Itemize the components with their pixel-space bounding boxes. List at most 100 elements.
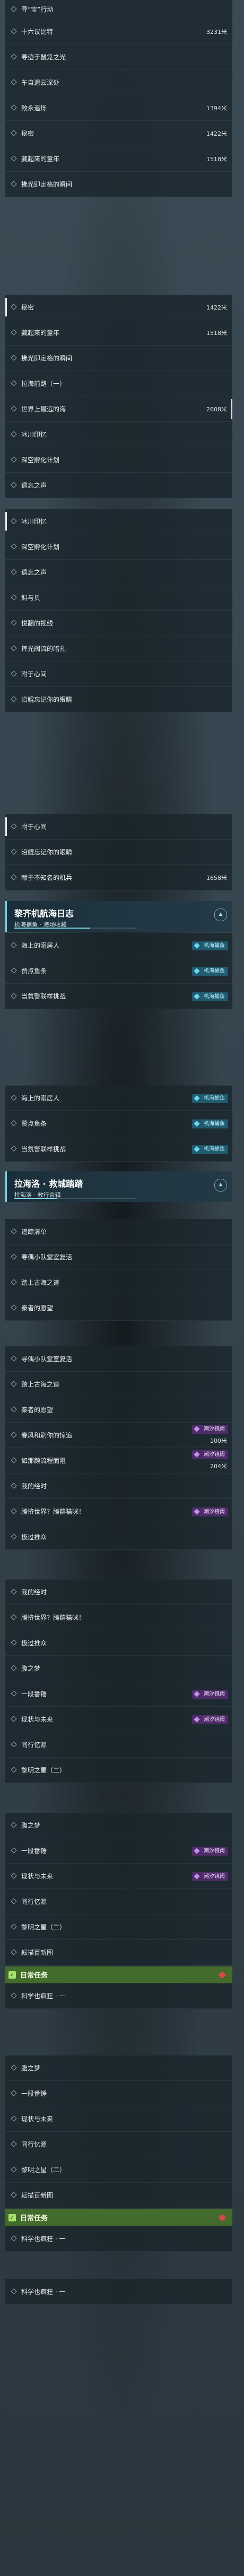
quest-label: 踏上古海之道 [21, 1279, 60, 1286]
quest-row[interactable]: 如那颜流程面阻 潮汐镜阈 204米 [5, 1448, 232, 1474]
quest-row[interactable]: 鲟与贝 [5, 585, 232, 611]
quest-row[interactable]: 我的经时 [5, 1474, 232, 1499]
quest-row[interactable]: 当氛警联样挑战 机海捕鱼 [5, 984, 232, 1009]
quest-row[interactable]: 秦者的愿望 [5, 1295, 232, 1321]
quest-row[interactable]: 藏起来的童年 1518米 [5, 146, 232, 172]
quest-row[interactable]: 寻迹于鼠笼之光 [5, 45, 232, 70]
quest-row[interactable]: 赞点鱼条 机海捕鱼 [5, 1111, 232, 1136]
quest-tag: 潮汐镜阈 [192, 1450, 228, 1459]
diamond-outline-icon [11, 993, 17, 999]
diamond-gem-icon [194, 942, 200, 949]
diamond-outline-icon [11, 569, 17, 575]
quest-row[interactable]: 追踪清单 [5, 1219, 232, 1245]
quest-row[interactable]: 耘描百新图 [5, 1940, 232, 1965]
chevron-up-icon[interactable]: ▲ [214, 908, 227, 921]
quest-row[interactable]: 遗忘之声 [5, 560, 232, 585]
quest-tag: 机海捕鱼 [192, 1094, 228, 1103]
quest-row[interactable]: 遗忘之声 [5, 473, 232, 498]
quest-tag-label: 潮汐镜阈 [204, 1426, 225, 1432]
quest-row[interactable]: 海上的溺居人 机海捕鱼 [5, 933, 232, 958]
quest-row[interactable]: 腾挤世界？腾群猫咪！ 潮汐镜阈 [5, 1499, 232, 1524]
quest-row[interactable]: 现状与未来 [5, 2106, 232, 2132]
daily-task-header[interactable]: ✓ 日常任务 [5, 2209, 232, 2226]
quest-row[interactable]: 黎明之星（二） [5, 1915, 232, 1940]
quest-row[interactable]: 秘密 1422米 [5, 295, 232, 320]
quest-row[interactable]: 科学也疯狂 · 一 [5, 1983, 232, 2009]
quest-row[interactable]: 深空孵化计划 [5, 534, 232, 560]
quest-row[interactable]: 致永遥烁 1394米 [5, 95, 232, 121]
quest-category-header[interactable]: 拉海洛 · 救城踏踏 拉海洛 · 救行合辑 ▲ [5, 1171, 232, 1202]
chevron-up-icon[interactable]: ▲ [214, 1179, 227, 1192]
quest-category-header[interactable]: 黎齐机航海日志 机海捕鱼 · 海场收藏 ▲ [5, 901, 232, 932]
quest-row[interactable]: 沿鲲忘记你的眼睛 [5, 687, 232, 712]
quest-row[interactable]: 秦者的愿望 [5, 1397, 232, 1423]
quest-row[interactable]: 腾挤世界？腾群猫咪！ [5, 1605, 232, 1630]
category-title: 拉海洛 · 救城踏踏 [14, 1179, 83, 1189]
quest-label: 春风和刷你的惊追 [21, 1432, 73, 1439]
quest-label: 拂光即定格的瞬间 [21, 181, 73, 188]
quest-tag: 潮汐镜阈 [192, 1425, 228, 1434]
daily-task-header[interactable]: ✓ 日常任务 [5, 1966, 232, 1983]
quest-row[interactable]: 附于心间 [5, 661, 232, 687]
diamond-outline-icon [11, 1279, 17, 1285]
quest-row[interactable]: 耘描百新图 [5, 2183, 232, 2208]
quest-tag: 机海捕鱼 [192, 1119, 228, 1128]
quest-row[interactable]: 科学也疯狂 · 一 [5, 2226, 232, 2252]
quest-row[interactable]: 极过推众 [5, 1524, 232, 1550]
quest-row[interactable]: 拉海前路（一） [5, 371, 232, 396]
quest-label: 腹之梦 [21, 2065, 41, 2072]
quest-row[interactable]: 同行忆源 [5, 1732, 232, 1758]
quest-row[interactable]: 一段番锤 [5, 2081, 232, 2106]
quest-row[interactable]: 秘密 1422米 [5, 121, 232, 146]
diamond-outline-icon [11, 1614, 17, 1620]
quest-tag: 潮汐镜阈 [192, 1847, 228, 1856]
quest-row[interactable]: 科学也疯狂 · 一 [5, 2279, 232, 2305]
quest-row[interactable]: 十六议比特 3231米 [5, 19, 232, 45]
quest-row[interactable]: 踏上古海之道 [5, 1270, 232, 1295]
quest-row[interactable]: 冰川印忆 [5, 422, 232, 447]
quest-row[interactable]: 海上的溺居人 机海捕鱼 [5, 1086, 232, 1111]
diamond-outline-icon [11, 696, 17, 702]
quest-tag-label: 机海捕鱼 [204, 1096, 225, 1101]
quest-row[interactable]: 春风和刷你的惊追 潮汐镜阈 100米 [5, 1423, 232, 1448]
quest-row[interactable]: 寻“宝”行动 [5, 0, 232, 19]
quest-row[interactable]: 黎明之星（二） [5, 1758, 232, 1783]
quest-row[interactable]: 悦翻的视线 [5, 611, 232, 636]
quest-row[interactable]: 踏上古海之道 [5, 1372, 232, 1397]
diamond-outline-icon [11, 543, 17, 550]
quest-row[interactable]: 寻偶小队堂室复活 [5, 1346, 232, 1372]
quest-row[interactable]: 赞点鱼条 机海捕鱼 [5, 958, 232, 984]
quest-row[interactable]: 藏起来的童年 1518米 [5, 320, 232, 346]
quest-label: 腹之梦 [21, 1665, 41, 1672]
quest-row[interactable]: 拂光即定格的瞬间 [5, 172, 232, 197]
quest-row[interactable]: 极过推众 [5, 1630, 232, 1656]
quest-row[interactable]: 当氛警联样挑战 机海捕鱼 [5, 1136, 232, 1162]
quest-row[interactable]: 沿鲲忘记你的眼睛 [5, 840, 232, 865]
quest-row[interactable]: 寻偶小队堂室复活 [5, 1245, 232, 1270]
diamond-outline-icon [11, 104, 17, 111]
quest-row[interactable]: 同行忆源 [5, 2132, 232, 2157]
quest-row[interactable]: 附于心间 [5, 814, 232, 840]
quest-row[interactable]: 车自遗云深处 [5, 70, 232, 95]
quest-row[interactable]: 拂光即定格的瞬间 [5, 346, 232, 371]
quest-row[interactable]: 献于不知名的机兵 1658米 [5, 865, 232, 890]
quest-row[interactable]: 深空孵化计划 [5, 447, 232, 473]
quest-row[interactable]: 冰川印忆 [5, 509, 232, 534]
quest-row[interactable]: 腹之梦 [5, 1813, 232, 1838]
quest-label: 冰川印忆 [21, 431, 47, 438]
quest-row[interactable]: 同行忆源 [5, 1889, 232, 1915]
diamond-outline-icon [11, 1690, 17, 1697]
quest-row[interactable]: 世界上最远的海 2608米 [5, 396, 232, 422]
quest-row[interactable]: 腹之梦 [5, 2055, 232, 2081]
quest-row[interactable]: 现状与未来 潮汐镜阈 [5, 1864, 232, 1889]
quest-row[interactable]: 黎明之星（二） [5, 2157, 232, 2183]
quest-tag-label: 潮汐镜阈 [204, 1509, 225, 1515]
quest-row[interactable]: 一段番锤 潮汐镜阈 [5, 1681, 232, 1707]
quest-row[interactable]: 现状与未来 潮汐镜阈 [5, 1707, 232, 1732]
diamond-outline-icon [11, 1716, 17, 1722]
quest-row[interactable]: 一段番锤 潮汐镜阈 [5, 1838, 232, 1864]
quest-row[interactable]: 摔光阀流的暗扎 [5, 636, 232, 661]
quest-row[interactable]: 腹之梦 [5, 1656, 232, 1681]
diamond-outline-icon [11, 1304, 17, 1311]
quest-row[interactable]: 我的经时 [5, 1580, 232, 1605]
